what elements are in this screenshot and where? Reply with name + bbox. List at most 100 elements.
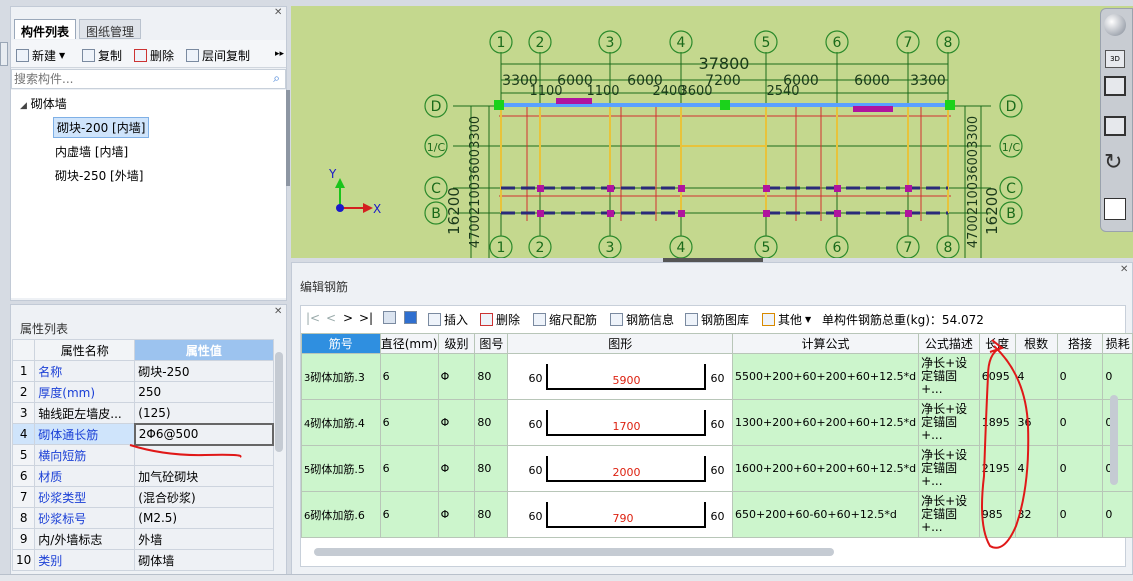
move-down-button[interactable] (404, 311, 417, 324)
rebar-editor-title: 编辑钢筋 (300, 280, 349, 294)
search-input[interactable] (12, 70, 257, 87)
toolbar-overflow-icon[interactable]: ▸▸ (275, 49, 284, 59)
copy-button[interactable]: 复制 (82, 47, 122, 64)
search-box[interactable]: ⌕ (11, 69, 286, 89)
rebar-library-button[interactable]: 钢筋图库 (685, 311, 749, 328)
rebar-close-icon[interactable]: ✕ (1120, 264, 1128, 275)
rebar-horizontal-scrollbar[interactable] (314, 548, 834, 556)
other-button[interactable]: 其他 ▼ (762, 311, 811, 328)
axis-label: 5 (762, 35, 771, 51)
dim-label: 1100 (529, 84, 562, 99)
chevron-down-icon: ▼ (59, 51, 66, 60)
axis-label: 8 (944, 35, 953, 51)
col-property-name: 属性名称 (34, 339, 136, 361)
rebar-shape[interactable]: 60 2000 60 (507, 445, 734, 492)
axis-label: 4 (677, 240, 686, 256)
col-formula-desc: 公式描述 (918, 333, 980, 354)
dim-label: 6000 (854, 73, 890, 89)
property-row[interactable]: 1 名称 砌块-250 (11, 360, 274, 382)
rotate-icon[interactable]: ↻ (1104, 150, 1122, 175)
col-bar-number: 筋号 (301, 333, 381, 354)
search-icon[interactable]: ⌕ (273, 71, 280, 86)
coord-y-label: Y (328, 167, 337, 181)
cube-side-icon[interactable] (1104, 116, 1126, 136)
rebar-shape[interactable]: 60 1700 60 (507, 399, 734, 446)
tree-item-block-250[interactable]: 砌块-250 [外墙] (55, 167, 143, 184)
axis-label: 2 (536, 240, 545, 256)
rebar-delete-button[interactable]: 删除 (480, 311, 520, 328)
axis-label: C (431, 181, 441, 197)
property-row[interactable]: 7 砂浆类型 (混合砂浆) (11, 486, 274, 508)
property-row[interactable]: 8 砂浆标号 (M2.5) (11, 507, 274, 529)
next-button[interactable]: > (343, 311, 353, 325)
delete-button[interactable]: 删除 (134, 47, 174, 64)
tree-item-block-200[interactable]: 砌块-200 [内墙] (53, 117, 150, 138)
collapse-arrow-icon[interactable]: ◢ (20, 101, 27, 111)
first-button[interactable]: |< (306, 311, 320, 325)
globe-icon[interactable] (1104, 14, 1126, 36)
col-loss: 损耗 (1102, 333, 1133, 354)
coordinate-axis-icon: Y X (328, 167, 381, 216)
status-bar (0, 574, 1133, 581)
floor-copy-icon (186, 49, 199, 62)
rebar-info-button[interactable]: 钢筋信息 (610, 311, 674, 328)
chevron-down-icon: ▼ (805, 315, 812, 324)
calculator-icon[interactable] (1104, 198, 1126, 220)
axis-label: D (1006, 99, 1017, 115)
move-up-button[interactable] (383, 311, 396, 324)
copy-icon (82, 49, 95, 62)
axis-label: 1 (497, 240, 506, 256)
document-icon (610, 313, 623, 326)
property-row[interactable]: 6 材质 加气砼砌块 (11, 465, 274, 487)
axis-label: 4 (677, 35, 686, 51)
cube-top-icon[interactable] (1104, 76, 1126, 96)
dim-label: 3600 (679, 84, 712, 99)
dim-label: 3300 (910, 73, 946, 89)
col-diameter: 直径(mm) (379, 333, 439, 354)
property-close-icon[interactable]: ✕ (274, 306, 282, 317)
dim-label: 2540 (766, 84, 799, 99)
axis-label: 1 (497, 35, 506, 51)
axis-label: B (431, 206, 441, 222)
prev-button[interactable]: < (326, 311, 336, 325)
3d-view-icon[interactable]: 3D (1105, 50, 1125, 68)
axis-label: 1/C (1002, 141, 1021, 154)
arrow-down-icon (404, 311, 417, 324)
tab-drawing-management[interactable]: 图纸管理 (79, 19, 142, 39)
axis-label: 8 (944, 240, 953, 256)
col-lap: 搭接 (1056, 333, 1104, 354)
floor-copy-button[interactable]: 层间复制 (186, 47, 250, 64)
tab-component-list[interactable]: 构件列表 (14, 19, 77, 39)
total-dimension: 37800 (699, 54, 750, 73)
property-row[interactable]: 2 厚度(mm) 250 (11, 381, 274, 403)
tree-root-masonry-wall[interactable]: ◢ 砌体墙 (20, 95, 67, 112)
property-row[interactable]: 3 轴线距左墙皮... (125) (11, 402, 274, 424)
axis-label: 7 (904, 240, 913, 256)
scale-rebar-button[interactable]: 缩尺配筋 (533, 311, 597, 328)
drawing-canvas[interactable]: 12345678 12345678 D 1/C C B D 1/C C B 37800 33… (291, 6, 1133, 258)
insert-button[interactable]: 插入 (428, 311, 468, 328)
axis-label: 7 (904, 35, 913, 51)
new-button[interactable]: 新建 ▼ (16, 47, 65, 64)
left-edge-button[interactable] (0, 42, 8, 66)
delete-icon (480, 313, 493, 326)
property-scrollbar[interactable] (275, 352, 283, 452)
insert-icon (428, 313, 441, 326)
dim-label: 4700210036003300 (468, 116, 483, 248)
tree-item-virtual-wall[interactable]: 内虚墙 [内墙] (55, 143, 128, 160)
rebar-shape[interactable]: 60 5900 60 (507, 353, 734, 400)
delete-icon (134, 49, 147, 62)
property-row[interactable]: 10 类别 砌体墙 (11, 549, 274, 571)
last-button[interactable]: >| (359, 311, 373, 325)
rebar-vertical-scrollbar[interactable] (1110, 395, 1118, 485)
coord-x-label: X (373, 202, 381, 216)
floor-plan-drawing: 12345678 12345678 D1/CCB D1/CCB 37800 33… (328, 30, 1023, 258)
panel-close-icon[interactable]: ✕ (274, 7, 282, 18)
property-row[interactable]: 9 内/外墙标志 外墙 (11, 528, 274, 550)
arrow-up-icon (383, 311, 396, 324)
axis-label: 3 (606, 35, 615, 51)
new-icon (16, 49, 29, 62)
total-weight-label: 单构件钢筋总重(kg)：54.072 (822, 313, 984, 327)
axis-label: 1/C (427, 141, 446, 154)
rebar-shape[interactable]: 60 790 60 (507, 491, 734, 538)
